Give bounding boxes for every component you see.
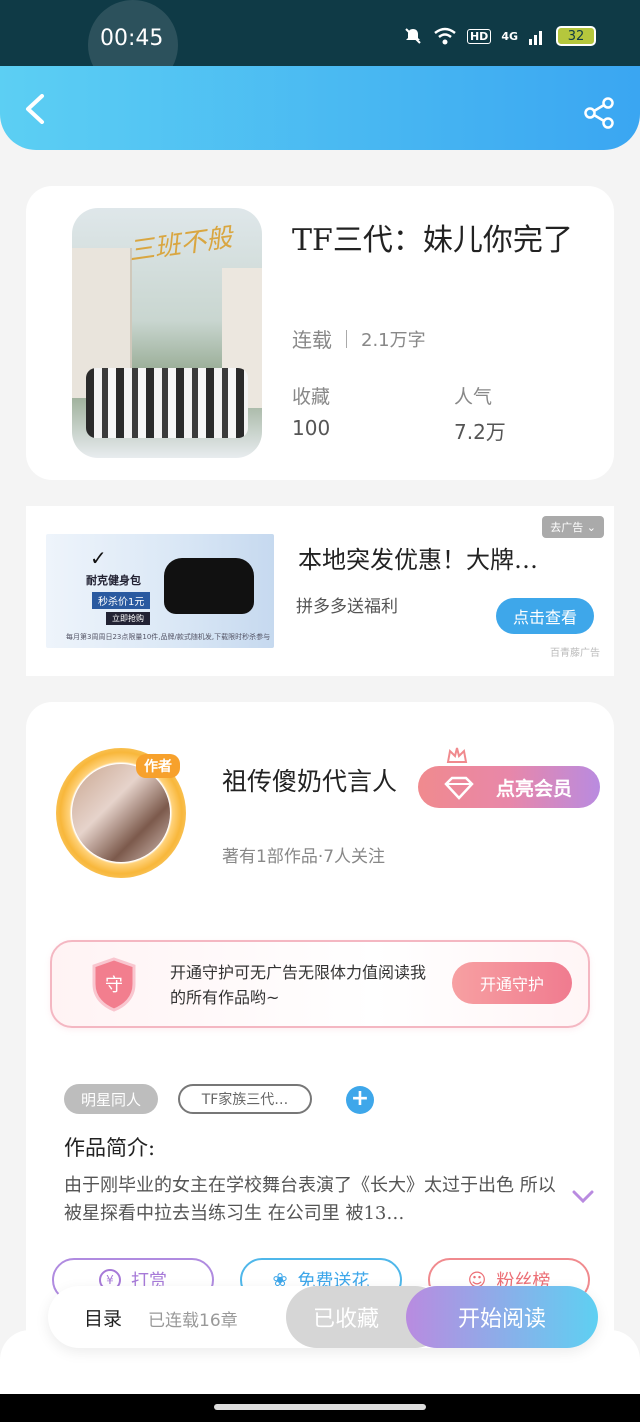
ad-image-price: 秒杀价1元: [92, 592, 151, 609]
home-gesture-handle[interactable]: [214, 1404, 426, 1410]
vip-label: 点亮会员: [495, 777, 572, 800]
popularity-label: 人气: [454, 386, 493, 408]
tag-tf-family[interactable]: TF家族三代…: [178, 1084, 312, 1114]
battery-icon: 32: [556, 26, 596, 46]
intro-label: 作品简介:: [64, 1136, 156, 1160]
book-meta: 连载 2.1万字: [292, 324, 426, 353]
ad-image[interactable]: ✓ 耐克健身包 秒杀价1元 立即抢购 每月第3周周日23点限量10件,品牌/款式…: [46, 534, 274, 648]
meta-divider: [346, 329, 347, 348]
diamond-icon: [444, 776, 474, 800]
author-avatar-frame[interactable]: 作者: [56, 748, 186, 878]
book-status: 连载: [292, 328, 332, 352]
toc-status[interactable]: 已连载16章: [148, 1306, 238, 1331]
cover-title-art: 三班不般: [126, 222, 234, 268]
back-icon[interactable]: [22, 94, 48, 124]
network-badge: HD: [466, 28, 492, 44]
open-guard-button[interactable]: 开通守护: [452, 962, 572, 1004]
author-stats: 著有1部作品·7人关注: [222, 847, 386, 867]
ad-banner[interactable]: ✓ 耐克健身包 秒杀价1元 立即抢购 每月第3周周日23点限量10件,品牌/款式…: [26, 506, 614, 676]
app-header: [0, 66, 640, 150]
tag-star-fanfic[interactable]: 明星同人: [64, 1084, 158, 1114]
popularity-value: 7.2万: [454, 420, 506, 444]
ad-bag-image: [164, 558, 254, 614]
favorites-value: 100: [292, 416, 331, 440]
ad-close-button[interactable]: 去广告 ⌄: [542, 516, 604, 538]
author-name[interactable]: 祖传傻奶代言人: [222, 762, 397, 798]
favorites-label: 收藏: [292, 386, 331, 408]
book-cover[interactable]: 三班不般: [72, 208, 262, 458]
ad-image-cta: 立即抢购: [106, 612, 150, 625]
intro-text: 由于刚毕业的女主在学校舞台表演了《长大》太过于出色 所以被星探看中拉去当练习生 …: [64, 1175, 556, 1224]
wifi-icon: [434, 27, 456, 45]
ad-source: 百青藤广告: [550, 648, 600, 659]
cover-people: [86, 368, 248, 438]
start-reading-button[interactable]: 开始阅读: [406, 1286, 598, 1348]
ad-title: 本地突发优惠！大牌…: [298, 546, 538, 574]
signal-icon: [529, 31, 542, 45]
ad-subtitle: 拼多多送福利: [296, 597, 398, 617]
share-icon[interactable]: [582, 96, 616, 130]
shield-char: 守: [105, 975, 123, 996]
ad-image-note: 每月第3周周日23点限量10件,品牌/款式随机发,下载限时秒杀参与: [66, 633, 271, 641]
crown-icon: [446, 747, 468, 763]
author-badge: 作者: [136, 754, 180, 778]
chevron-down-icon[interactable]: [572, 1190, 594, 1204]
guard-promo: 守 开通守护可无广告无限体力值阅读我的所有作品哟~ 开通守护: [50, 940, 590, 1028]
guard-text: 开通守护可无广告无限体力值阅读我的所有作品哟~: [170, 963, 427, 1007]
book-word-count: 2.1万字: [361, 329, 426, 351]
ad-image-brand: 耐克健身包: [86, 574, 141, 587]
shield-icon: 守: [92, 957, 136, 1012]
book-title: TF三代：妹儿你完了: [292, 223, 573, 258]
toc-button[interactable]: 目录: [84, 1304, 122, 1331]
ad-close-label: 去广告: [550, 521, 584, 534]
system-nav-bar: [0, 1394, 640, 1422]
chevron-down-icon: ⌄: [586, 521, 596, 534]
nike-logo-icon: ✓: [90, 546, 107, 570]
status-time: 00:45: [100, 26, 164, 51]
plus-icon[interactable]: +: [346, 1086, 374, 1114]
book-info-card: 三班不般 TF三代：妹儿你完了 连载 2.1万字 收藏 100 人气 7.2万: [26, 186, 614, 480]
collected-label: 已收藏: [312, 1307, 379, 1332]
avatar: [72, 764, 170, 862]
ad-cta-button[interactable]: 点击查看: [496, 598, 594, 634]
signal-label: 4G: [501, 29, 518, 43]
bottom-action-bar: 目录 已连载16章 已收藏 开始阅读: [48, 1286, 598, 1348]
status-bar: 00:45 HD 4G 32: [0, 0, 640, 90]
mute-icon: [405, 28, 421, 44]
status-icons: HD 4G 32: [403, 26, 596, 46]
